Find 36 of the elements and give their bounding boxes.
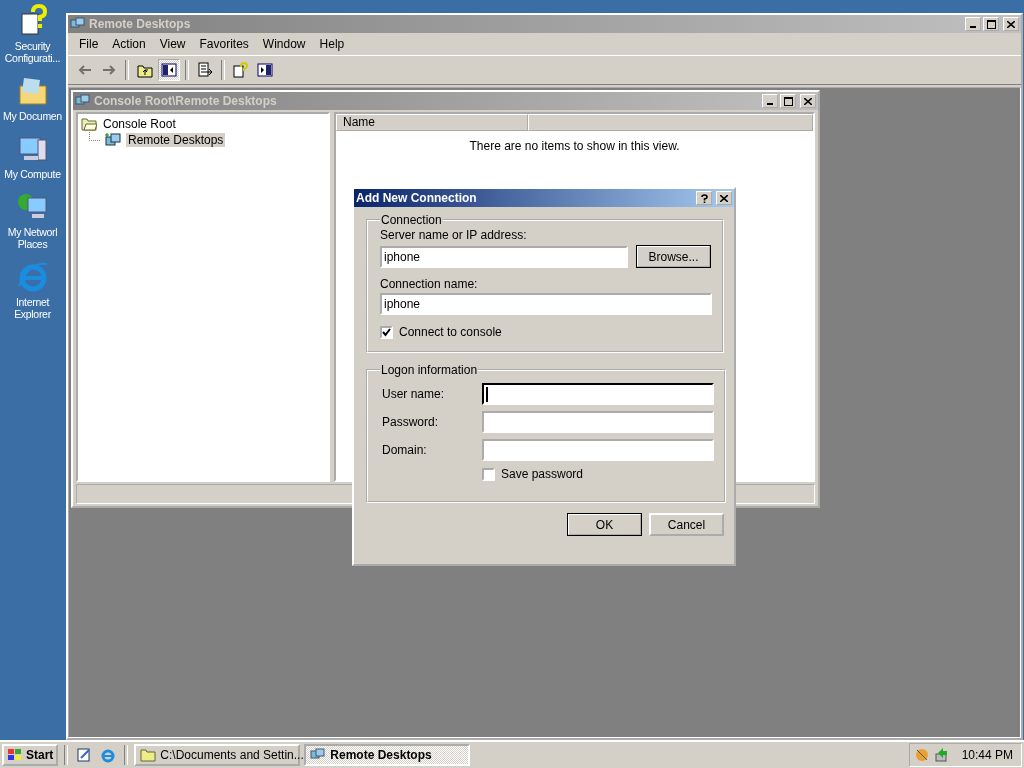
column-header[interactable]: Name [336,114,528,131]
start-button[interactable]: Start [2,744,59,766]
desktop-icon-label[interactable]: My Networl Places [0,226,65,250]
server-name-field[interactable]: iphone [380,245,628,268]
menu-item[interactable]: Window [255,37,313,51]
connection-name-field[interactable]: iphone [380,293,712,315]
checkbox-label[interactable]: Save password [501,467,584,481]
field-label: Server name or IP address: [380,228,528,242]
desktop-icon-label[interactable]: My Compute [4,168,61,180]
field-label: User name: [381,387,446,401]
window-title: Remote Desktops [89,17,191,31]
desktop-icon-label[interactable]: Security Configurati... [0,40,65,64]
menu-item[interactable]: Favorites [192,37,256,51]
field-label: Connection name: [380,277,479,291]
cancel-button[interactable]: Cancel [649,513,724,536]
desktop-icon-label[interactable]: My Documen [3,110,62,122]
group-label: Logon information [380,363,479,377]
dialog-title: Add New Connection [356,191,477,205]
taskbar-button[interactable]: C:\Documents and Settin... [134,744,301,766]
field-label: Password: [381,415,440,429]
clock: 10:44 PM [961,748,1013,762]
taskbar-button[interactable]: Remote Desktops [304,744,471,766]
desktop-icon-label[interactable]: Internet Explorer [0,296,65,320]
tree-item[interactable]: Console Root [101,117,178,131]
field-label: Domain: [381,443,428,457]
tree-item[interactable]: Remote Desktops [126,133,226,147]
browse-button[interactable]: Browse... [636,245,711,268]
window-title: Console Root\Remote Desktops [94,94,277,108]
empty-message: There are no items to show in this view. [468,139,681,153]
menu-item[interactable]: File [72,37,106,51]
ok-button[interactable]: OK [567,513,642,536]
menu-item[interactable]: View [152,37,193,51]
group-label: Connection [380,213,443,227]
menu-item[interactable]: Action [105,37,153,51]
menu-item[interactable]: Help [312,37,352,51]
checkbox-label[interactable]: Connect to console [399,325,502,339]
